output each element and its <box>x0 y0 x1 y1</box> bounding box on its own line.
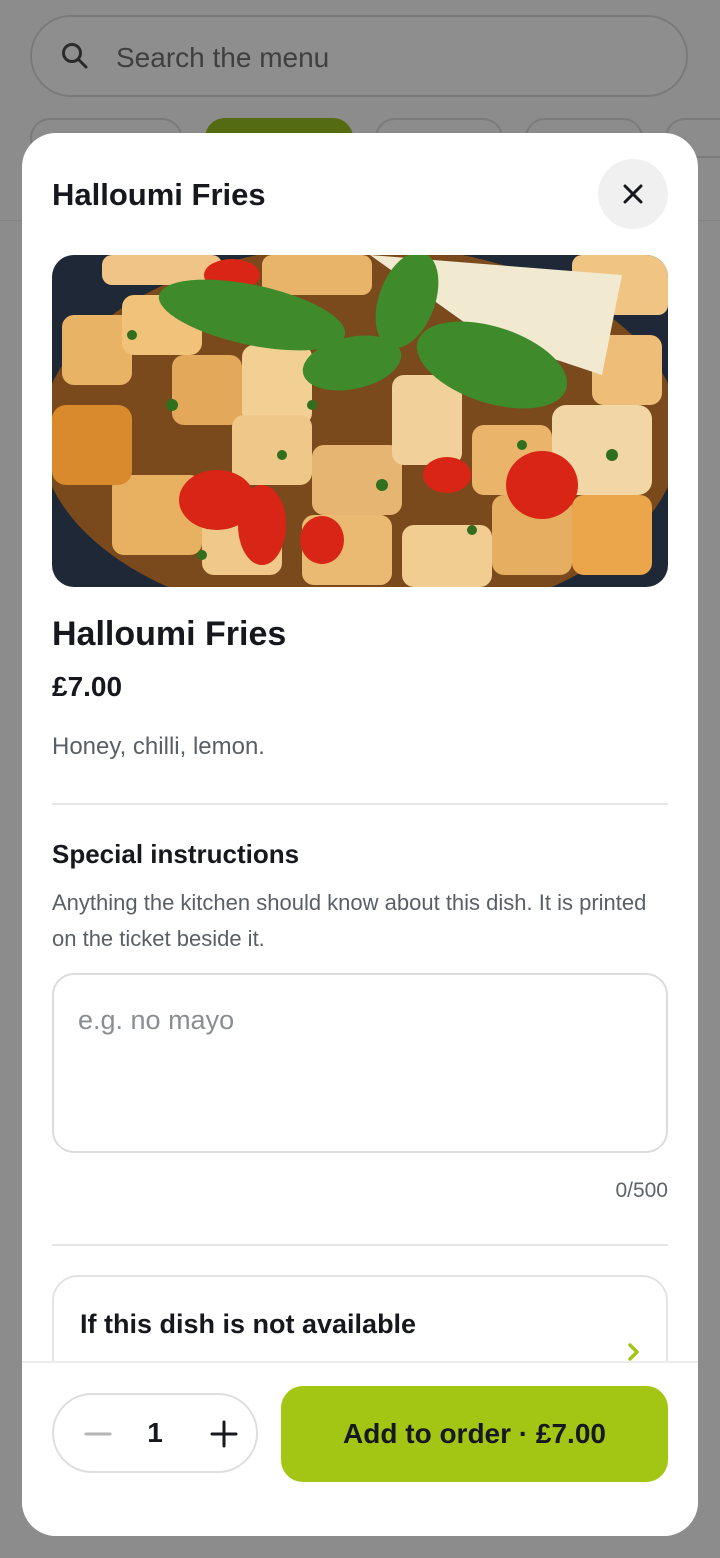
plus-icon <box>210 1420 238 1448</box>
dish-price: £7.00 <box>52 671 123 702</box>
divider <box>52 803 668 805</box>
search-icon <box>60 41 90 71</box>
search-input[interactable] <box>114 37 658 79</box>
dish-description: Honey, chilli, lemon. <box>52 733 265 760</box>
quantity-stepper: 1 <box>52 1393 258 1473</box>
modal-title: Halloumi Fries <box>52 177 266 212</box>
dish-name: Halloumi Fries <box>52 615 287 653</box>
special-instructions-title: Special instructions <box>52 839 300 869</box>
special-instructions-help: Anything the kitchen should know about t… <box>52 890 647 951</box>
increase-quantity-button[interactable] <box>194 1409 242 1457</box>
add-to-order-button[interactable]: Add to order · £7.00 <box>281 1386 668 1482</box>
close-icon <box>623 184 643 204</box>
modal-footer: 1 Add to order · £7.00 <box>22 1361 698 1536</box>
dish-photo <box>52 255 668 587</box>
close-button[interactable] <box>598 159 668 229</box>
unavailable-title: If this dish is not available <box>80 1309 417 1339</box>
special-instructions-input[interactable] <box>52 973 668 1153</box>
dish-modal: Halloumi Fries Halloumi Fries £7.00 Hone… <box>22 133 698 1536</box>
character-counter: 0/500 <box>615 1179 668 1202</box>
divider <box>52 1244 668 1246</box>
search-bar[interactable] <box>30 15 688 97</box>
